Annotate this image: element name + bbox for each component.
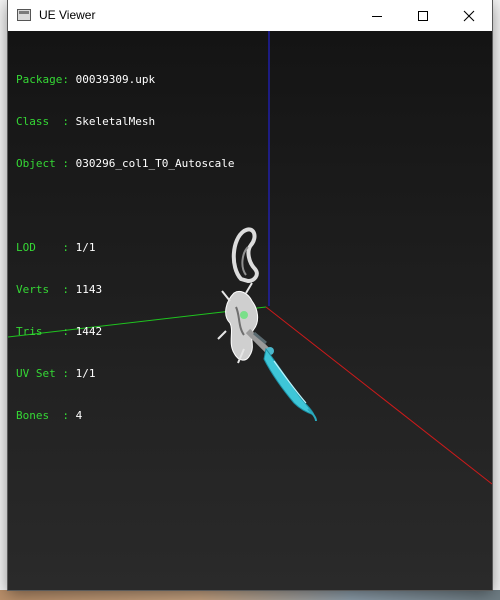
minimize-button[interactable]	[354, 0, 400, 31]
info-lod-row: LOD : 1/1	[16, 241, 235, 255]
info-object-row: Object : 030296_col1_T0_Autoscale	[16, 157, 235, 171]
info-label: LOD	[16, 241, 63, 254]
info-separator: :	[62, 241, 76, 254]
info-label: Package	[16, 73, 63, 86]
info-label: Bones	[16, 409, 63, 422]
info-value: 1143	[75, 283, 103, 296]
desktop-background-bottom	[0, 590, 500, 600]
info-uvset-row: UV Set : 1/1	[16, 367, 235, 381]
info-value: 1442	[75, 325, 103, 338]
info-separator: :	[62, 115, 76, 128]
info-label: Verts	[16, 283, 63, 296]
mesh-info-panel: Package: 00039309.upk Class : SkeletalMe…	[16, 45, 235, 451]
close-button[interactable]	[446, 0, 492, 31]
ue-viewer-window: UE Viewer Package: 00039309.upk Class: …	[8, 0, 492, 590]
info-separator: :	[62, 367, 76, 380]
info-label: Class	[16, 115, 63, 128]
info-label: Object	[16, 157, 63, 170]
close-icon	[463, 10, 475, 21]
background-window-left-edge	[0, 0, 8, 600]
info-separator: :	[62, 409, 76, 422]
info-value: 1/1	[75, 241, 96, 254]
info-class-row: Class : SkeletalMesh	[16, 115, 235, 129]
info-bones-row: Bones : 4	[16, 409, 235, 423]
info-value: 00039309.upk	[75, 73, 156, 86]
info-package-row: Package: 00039309.upk	[16, 73, 235, 87]
info-label: Tris	[16, 325, 63, 338]
title-bar[interactable]: UE Viewer	[8, 0, 492, 31]
minimize-icon	[372, 15, 382, 17]
info-separator: :	[62, 283, 76, 296]
window-icon[interactable]	[17, 9, 31, 21]
background-window-right-edge	[492, 0, 500, 600]
info-spacer	[16, 199, 235, 213]
info-tris-row: Tris : 1442	[16, 325, 235, 339]
info-value: 1/1	[75, 367, 96, 380]
info-value: 030296_col1_T0_Autoscale	[75, 157, 235, 170]
info-verts-row: Verts : 1143	[16, 283, 235, 297]
window-title: UE Viewer	[39, 8, 96, 22]
maximize-icon	[418, 10, 428, 21]
maximize-button[interactable]	[400, 0, 446, 31]
info-separator: :	[62, 325, 76, 338]
info-separator: :	[62, 73, 76, 86]
3d-viewport[interactable]: Package: 00039309.upk Class : SkeletalMe…	[8, 31, 492, 590]
info-separator: :	[62, 157, 76, 170]
info-value: 4	[75, 409, 83, 422]
info-value: SkeletalMesh	[75, 115, 156, 128]
info-label: UV Set	[16, 367, 63, 380]
